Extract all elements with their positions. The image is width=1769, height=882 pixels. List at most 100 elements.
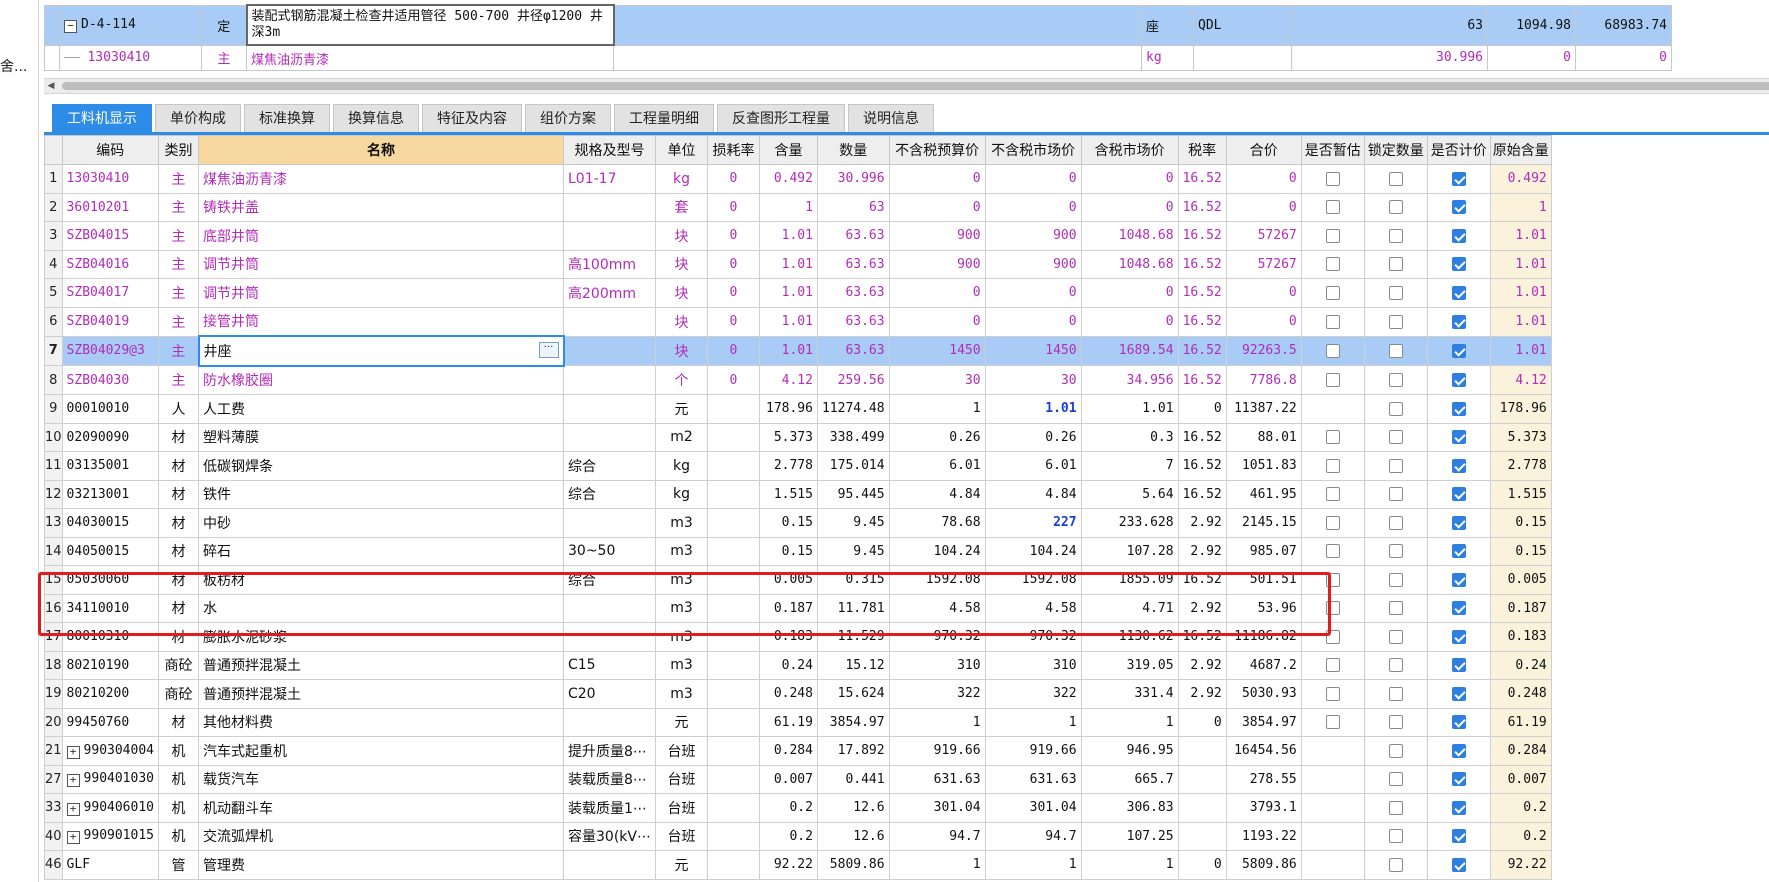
table-row[interactable]: 2 36010201 主铸铁井盖套 0 1 63 0 0 0 16.52 0 1 xyxy=(44,192,1552,222)
code-cell[interactable]: 02090090 xyxy=(61,422,160,452)
tax-rate-cell[interactable] xyxy=(1177,821,1227,851)
provisional-checkbox[interactable] xyxy=(1325,715,1340,730)
unit-cell[interactable]: 台班 xyxy=(654,764,708,794)
content-cell[interactable]: 0.007 xyxy=(758,764,818,794)
loss-rate-cell[interactable] xyxy=(706,622,760,652)
table-row[interactable]: 19 80210200 商砼 普通预拌混凝土 C20 m3 0.248 15.624 322 32… xyxy=(44,679,1552,709)
loss-rate-cell[interactable]: 0 xyxy=(706,335,760,366)
pretax-market-price-cell[interactable]: 0 xyxy=(984,164,1082,194)
quantity-cell[interactable]: 0.441 xyxy=(816,764,890,794)
spec-cell[interactable] xyxy=(563,221,656,251)
provisional-checkbox[interactable] xyxy=(1325,629,1340,644)
taxed-market-price-cell[interactable]: 7 xyxy=(1080,451,1179,481)
priced-checkbox[interactable] xyxy=(1451,601,1466,616)
lock-quantity-checkbox[interactable] xyxy=(1388,601,1403,616)
loss-rate-cell[interactable] xyxy=(706,821,760,851)
pretax-market-price-cell[interactable]: 0 xyxy=(984,306,1082,337)
content-cell[interactable]: 0.284 xyxy=(758,736,818,766)
name-cell[interactable]: 低碳钢焊条 xyxy=(198,451,564,481)
pretax-budget-price-cell[interactable]: 1 xyxy=(888,394,986,424)
original-content-cell[interactable]: 1.01 xyxy=(1489,249,1552,279)
code-cell[interactable]: 00010010 xyxy=(61,394,160,424)
spec-cell[interactable] xyxy=(563,365,656,395)
tax-rate-cell[interactable] xyxy=(1177,736,1227,766)
tax-rate-cell[interactable]: 2.92 xyxy=(1177,593,1227,623)
spec-cell[interactable]: 综合 xyxy=(563,565,656,595)
table-row[interactable]: 9 00010010 人人工费元 178.96 11274.48 1 1.01 1.01 0 11… xyxy=(44,394,1552,424)
loss-rate-cell[interactable]: 0 xyxy=(706,306,760,337)
content-cell[interactable]: 0.2 xyxy=(758,821,818,851)
code-cell[interactable]: 13030410 xyxy=(61,164,160,194)
pretax-market-price-cell[interactable]: 631.63 xyxy=(984,764,1082,794)
loss-rate-cell[interactable] xyxy=(706,508,760,538)
spec-cell[interactable] xyxy=(563,850,656,880)
priced-checkbox[interactable] xyxy=(1451,686,1466,701)
quantity-cell[interactable]: 12.6 xyxy=(816,821,890,851)
provisional-checkbox[interactable] xyxy=(1325,601,1340,616)
provisional-checkbox[interactable] xyxy=(1325,314,1340,329)
lock-quantity-checkbox[interactable] xyxy=(1388,572,1403,587)
spec-cell[interactable] xyxy=(563,394,656,424)
lock-quantity-checkbox[interactable] xyxy=(1388,772,1403,787)
original-content-cell[interactable]: 0.007 xyxy=(1489,764,1552,794)
total-cell[interactable]: 1193.22 xyxy=(1225,821,1302,851)
priced-checkbox[interactable] xyxy=(1451,829,1466,844)
content-cell[interactable]: 0.183 xyxy=(758,622,818,652)
content-cell[interactable]: 0.24 xyxy=(758,650,818,680)
quantity-cell[interactable]: 63.63 xyxy=(816,306,890,337)
taxed-market-price-cell[interactable]: 1 xyxy=(1080,850,1179,880)
lock-quantity-checkbox[interactable] xyxy=(1388,430,1403,445)
tax-rate-cell[interactable]: 16.52 xyxy=(1177,278,1227,308)
code-cell[interactable]: 34110010 xyxy=(61,593,160,623)
total-cell[interactable]: 0 xyxy=(1225,306,1302,337)
quantity-cell[interactable]: 15.12 xyxy=(816,650,890,680)
unit-cell[interactable]: 台班 xyxy=(654,793,708,823)
pretax-market-price-cell[interactable]: 1450 xyxy=(984,335,1082,366)
quantity-cell[interactable]: 11.529 xyxy=(816,622,890,652)
name-cell[interactable]: 调节井筒 xyxy=(198,278,564,308)
content-cell[interactable]: 61.19 xyxy=(758,707,818,737)
pretax-budget-price-cell[interactable]: 0 xyxy=(888,192,986,222)
priced-checkbox[interactable] xyxy=(1451,343,1466,358)
pretax-budget-price-cell[interactable]: 1592.08 xyxy=(888,565,986,595)
unit-cell[interactable]: 块 xyxy=(654,306,708,337)
provisional-checkbox[interactable] xyxy=(1325,458,1340,473)
tab-reverse-graphic-quantity[interactable]: 反查图形工程量 xyxy=(717,104,845,133)
loss-rate-cell[interactable] xyxy=(706,679,760,709)
code-cell[interactable]: +990401030 xyxy=(61,764,160,794)
lock-quantity-checkbox[interactable] xyxy=(1388,715,1403,730)
provisional-checkbox[interactable] xyxy=(1325,430,1340,445)
provisional-checkbox[interactable] xyxy=(1325,515,1340,530)
provisional-checkbox[interactable] xyxy=(1325,544,1340,559)
expand-icon[interactable]: + xyxy=(66,774,80,788)
spec-cell[interactable] xyxy=(563,622,656,652)
quantity-cell[interactable]: 95.445 xyxy=(816,479,890,509)
pretax-budget-price-cell[interactable]: 631.63 xyxy=(888,764,986,794)
pretax-budget-price-cell[interactable]: 1 xyxy=(888,707,986,737)
pretax-budget-price-cell[interactable]: 322 xyxy=(888,679,986,709)
total-cell[interactable]: 501.51 xyxy=(1225,565,1302,595)
code-cell[interactable]: SZB04016 xyxy=(61,249,160,279)
table-row[interactable]: 7 SZB04029@3 主井座 ··· 块 0 1.01 63.63 1450 1450 1689… xyxy=(44,335,1552,367)
quantity-cell[interactable]: 5809.86 xyxy=(816,850,890,880)
quantity-cell[interactable]: 30.996 xyxy=(816,164,890,194)
taxed-market-price-cell[interactable]: 107.25 xyxy=(1080,821,1179,851)
lock-quantity-checkbox[interactable] xyxy=(1388,314,1403,329)
code-cell[interactable]: SZB04030 xyxy=(61,365,160,395)
lock-quantity-checkbox[interactable] xyxy=(1388,857,1403,872)
col-header-tax-rate[interactable]: 税率 xyxy=(1177,135,1227,165)
content-cell[interactable]: 0.248 xyxy=(758,679,818,709)
original-content-cell[interactable]: 0.284 xyxy=(1489,736,1552,766)
loss-rate-cell[interactable] xyxy=(706,479,760,509)
total-cell[interactable]: 0 xyxy=(1225,164,1302,194)
priced-checkbox[interactable] xyxy=(1451,373,1466,387)
col-header-original-content[interactable]: 原始含量 xyxy=(1489,135,1552,165)
unit-cell[interactable]: 台班 xyxy=(654,736,708,766)
table-row[interactable]: 14 04050015 材碎石 30~50 m3 0.15 9.45 104.24 104.24… xyxy=(44,536,1552,566)
name-cell[interactable]: 中砂 xyxy=(198,508,564,538)
pretax-budget-price-cell[interactable]: 1 xyxy=(888,850,986,880)
loss-rate-cell[interactable] xyxy=(706,593,760,623)
content-cell[interactable]: 92.22 xyxy=(758,850,818,880)
name-cell[interactable]: 井座 ··· xyxy=(197,335,565,367)
spec-cell[interactable]: 30~50 xyxy=(563,536,656,566)
